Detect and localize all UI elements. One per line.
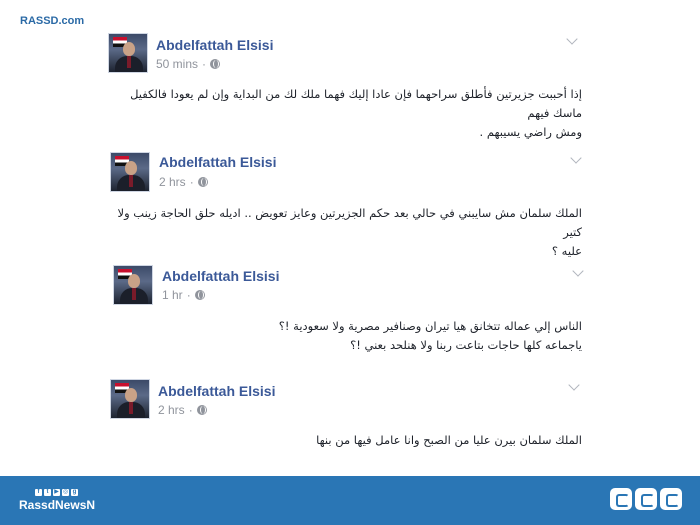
post-meta: 1 hr ·: [162, 288, 205, 302]
meta-separator: ·: [202, 57, 207, 71]
watermark: RASSD.com: [20, 15, 85, 27]
tie-shape: [129, 175, 133, 187]
globe-icon: [197, 177, 208, 187]
post-line: ومش راضي يسيبهم .: [479, 125, 582, 139]
tie-shape: [129, 402, 133, 414]
post-meta: 2 hrs ·: [158, 403, 207, 417]
footer-bar: f t ▶ ◎ g RassdNewsN: [0, 476, 700, 525]
post-line: ياجماعه كلها حاجات بتاعت ربنا ولا هنلحد …: [350, 338, 582, 352]
youtube-icon[interactable]: ▶: [53, 489, 60, 496]
avatar[interactable]: [113, 265, 153, 305]
post-line: الناس إلي عماله تتخانق هيا تيران وصنافير…: [278, 319, 582, 333]
globe-icon: [210, 59, 221, 69]
post-meta: 2 hrs ·: [159, 175, 208, 189]
instagram-icon[interactable]: ◎: [62, 489, 69, 496]
author-name[interactable]: Abdelfattah Elsisi: [156, 37, 273, 53]
chevron-down-icon[interactable]: [570, 152, 582, 164]
meta-separator: ·: [186, 288, 191, 302]
author-name[interactable]: Abdelfattah Elsisi: [159, 154, 276, 170]
post-time[interactable]: 50 mins: [156, 57, 198, 71]
post-card: Abdelfattah Elsisi 2 hrs · الملك سلمان ب…: [0, 379, 700, 459]
logo-glyph-icon: [660, 488, 682, 510]
logo-glyph-icon: [635, 488, 657, 510]
chevron-down-icon[interactable]: [572, 265, 584, 277]
post-meta: 50 mins ·: [156, 57, 221, 71]
post-line: إذا أحببت جزيرتين فأطلق سراحهما فإن عادا…: [130, 87, 582, 120]
globe-icon: [196, 405, 207, 415]
chevron-down-icon[interactable]: [566, 33, 578, 45]
post-line: الملك سلمان مش سايبني في حالي بعد حكم ال…: [117, 206, 582, 239]
meta-separator: ·: [189, 175, 194, 189]
facebook-icon[interactable]: f: [35, 489, 42, 496]
footer-brand: RassdNewsN: [19, 498, 96, 512]
post-line: عليه ؟: [551, 244, 582, 258]
tie-shape: [132, 288, 136, 300]
post-line: الملك سلمان بيرن عليا من الصبح وانا عامل…: [316, 433, 582, 447]
post-card: Abdelfattah Elsisi 50 mins · إذا أحببت ج…: [0, 33, 700, 139]
logo-glyph-icon: [610, 488, 632, 510]
post-card: Abdelfattah Elsisi 2 hrs · الملك سلمان م…: [0, 152, 700, 258]
avatar[interactable]: [110, 152, 150, 192]
face-shape: [125, 388, 137, 402]
globe-icon: [194, 290, 205, 300]
post-time[interactable]: 1 hr: [162, 288, 183, 302]
face-shape: [125, 161, 137, 175]
author-name[interactable]: Abdelfattah Elsisi: [158, 383, 275, 399]
post-card: Abdelfattah Elsisi 1 hr · الناس إلي عمال…: [0, 265, 700, 365]
social-icons: f t ▶ ◎ g: [35, 489, 78, 496]
avatar[interactable]: [108, 33, 148, 73]
meta-separator: ·: [188, 403, 193, 417]
face-shape: [123, 42, 135, 56]
post-body: الملك سلمان بيرن عليا من الصبح وانا عامل…: [100, 431, 582, 450]
author-name[interactable]: Abdelfattah Elsisi: [162, 268, 279, 284]
chevron-down-icon[interactable]: [568, 379, 580, 391]
twitter-icon[interactable]: t: [44, 489, 51, 496]
googleplus-icon[interactable]: g: [71, 489, 78, 496]
rassd-logo: [610, 488, 682, 510]
post-body: الناس إلي عماله تتخانق هيا تيران وصنافير…: [100, 317, 582, 355]
post-time[interactable]: 2 hrs: [159, 175, 186, 189]
avatar[interactable]: [110, 379, 150, 419]
face-shape: [128, 274, 140, 288]
post-body: إذا أحببت جزيرتين فأطلق سراحهما فإن عادا…: [100, 85, 582, 142]
post-body: الملك سلمان مش سايبني في حالي بعد حكم ال…: [100, 204, 582, 261]
tie-shape: [127, 56, 131, 68]
post-time[interactable]: 2 hrs: [158, 403, 185, 417]
